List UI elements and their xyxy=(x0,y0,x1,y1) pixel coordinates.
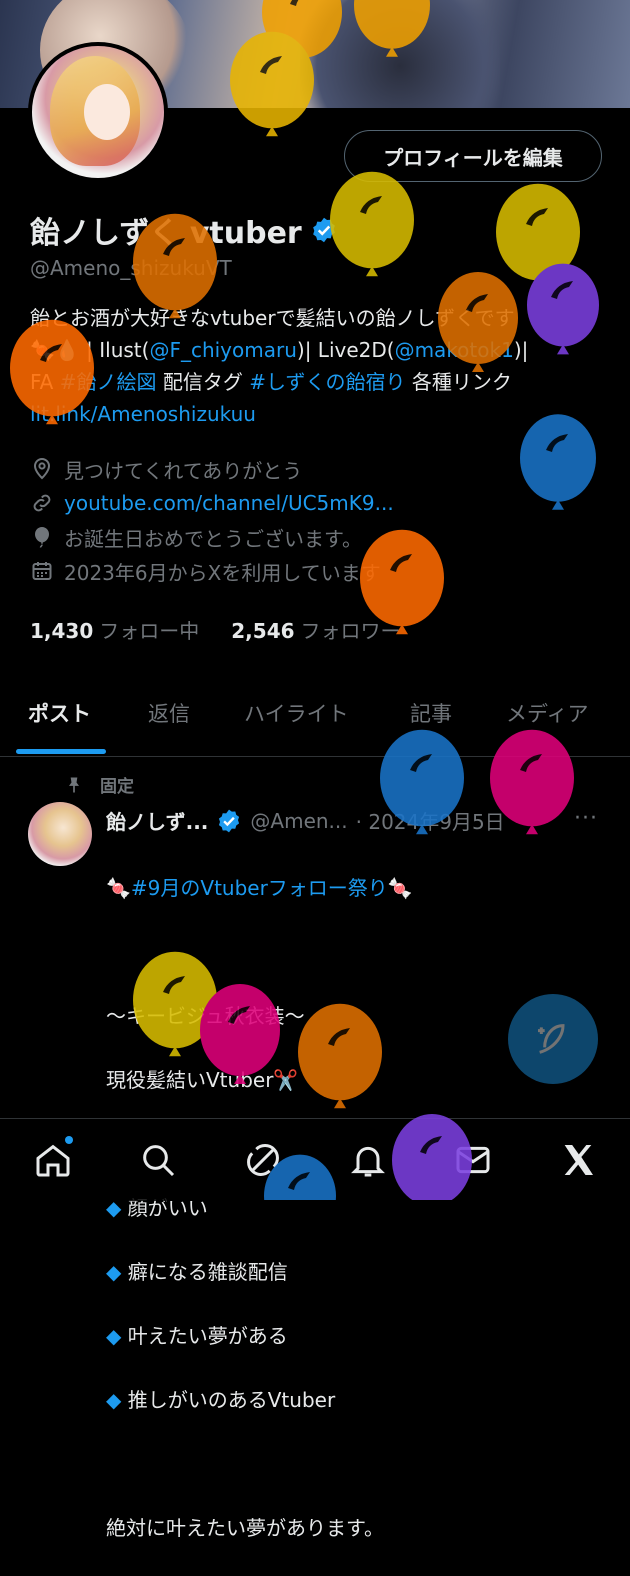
post-author-name[interactable]: 飴ノしず... xyxy=(106,806,208,835)
tab-posts[interactable]: ポスト xyxy=(28,698,91,728)
tab-media[interactable]: メディア xyxy=(506,698,589,728)
post-header: 飴ノしず... @Amen... · 2024年9月5日 xyxy=(106,806,505,835)
follow-stats: 1,430 フォロー中 2,546 フォロワー xyxy=(30,615,401,644)
grok-icon xyxy=(246,1144,279,1176)
bullet-diamond: ◆ xyxy=(106,1388,122,1412)
link-icon xyxy=(33,494,51,512)
post-body: 🍬#9月のVtuberフォロー祭り🍬 〜キービジュ秋衣装〜 現役髪結いVtube… xyxy=(106,840,606,1576)
website-link[interactable]: youtube.com/channel/UC5mK9... xyxy=(64,491,394,515)
nav-grok[interactable] xyxy=(239,1136,287,1184)
verified-badge-icon xyxy=(219,809,240,832)
litlink-link[interactable]: lit.link/Amenoshizukuu xyxy=(30,402,256,426)
profile-name-row: 飴ノしずく vtuber xyxy=(30,208,338,252)
followers-label: フォロワー xyxy=(300,619,401,643)
post-bullet: ◆ 推しがいのあるVtuber xyxy=(106,1384,606,1416)
verified-badge-icon[interactable] xyxy=(310,216,338,244)
profile-meta: 見つけてくれてありがとう youtube.com/channel/UC5mK9.… xyxy=(30,452,394,588)
tab-highlights[interactable]: ハイライト xyxy=(244,698,349,728)
balloon-icon xyxy=(35,527,49,548)
nav-notifications[interactable] xyxy=(344,1136,392,1184)
nav-home[interactable] xyxy=(29,1136,77,1184)
bio-text: 🍬💧 | Ilust( xyxy=(30,338,150,362)
balloon xyxy=(330,171,414,277)
post-date[interactable]: · 2024年9月5日 xyxy=(356,806,505,835)
bullet-diamond: ◆ xyxy=(106,1324,122,1348)
post-author-handle[interactable]: @Amen... xyxy=(250,809,347,833)
pin-icon xyxy=(69,777,79,792)
banner-art xyxy=(300,0,500,108)
bio-text: 配信タグ xyxy=(156,370,250,394)
profile-tabs: ポスト 返信 ハイライト 記事 メディア xyxy=(0,690,630,757)
following-label: フォロー中 xyxy=(99,619,200,643)
following-count: 1,430 xyxy=(30,619,94,643)
bell-icon xyxy=(350,1146,385,1177)
bio-line: 飴とお酒が大好きなvtuberで髪結いの飴ノしずくです xyxy=(30,306,515,330)
bottom-navigation xyxy=(0,1118,630,1201)
joined-row: 2023年6月からXを利用しています xyxy=(30,554,394,588)
post-hashtag-line[interactable]: 🍬#9月のVtuberフォロー祭り🍬 xyxy=(106,872,606,904)
bullet-text: 癖になる雑談配信 xyxy=(127,1260,288,1284)
display-name: 飴ノしずく vtuber xyxy=(30,216,302,251)
followers-stat[interactable]: 2,546 フォロワー xyxy=(231,615,400,644)
birthday-text: お誕生日おめでとうございます。 xyxy=(64,526,362,551)
stream-hashtag[interactable]: #しずくの飴宿り xyxy=(249,370,405,394)
avatar-face xyxy=(84,84,130,140)
tab-replies[interactable]: 返信 xyxy=(148,698,190,728)
home-icon xyxy=(36,1144,69,1177)
bio-line: 🍬💧 | Ilust(@F_chiyomaru)| Live2D(@makoto… xyxy=(30,334,590,366)
fanart-hashtag[interactable]: #飴ノ絵図 xyxy=(60,370,157,394)
x-logo-icon xyxy=(564,1145,593,1175)
profile-handle: @Ameno_shizukuVT xyxy=(30,256,232,280)
calendar-icon xyxy=(32,562,52,580)
pinned-label: 固定 xyxy=(100,777,134,797)
balloon xyxy=(496,183,580,289)
post-more-button[interactable]: ··· xyxy=(574,806,598,831)
location-text: 見つけてくれてありがとう xyxy=(64,458,303,483)
website-row: youtube.com/channel/UC5mK9... xyxy=(30,486,394,520)
location-pin-icon xyxy=(33,458,51,480)
bio-text: )| xyxy=(513,338,529,362)
nav-search[interactable] xyxy=(134,1136,182,1184)
bullet-text: 叶えたい夢がある xyxy=(127,1324,288,1348)
post-avatar[interactable] xyxy=(28,802,92,866)
bio-text: FA xyxy=(30,370,60,394)
active-tab-indicator xyxy=(16,749,106,754)
pinned-indicator: 固定 xyxy=(64,772,134,797)
joined-text: 2023年6月からXを利用しています xyxy=(64,560,381,585)
search-icon xyxy=(142,1145,174,1177)
live2d-link[interactable]: @makotok1 xyxy=(395,338,514,362)
post-bullet: ◆ 叶えたい夢がある xyxy=(106,1320,606,1352)
nav-x-logo[interactable] xyxy=(554,1136,602,1184)
following-stat[interactable]: 1,430 フォロー中 xyxy=(30,615,199,644)
tab-articles[interactable]: 記事 xyxy=(410,698,452,728)
edit-profile-button[interactable]: プロフィールを編集 xyxy=(344,130,602,182)
profile-bio: 飴とお酒が大好きなvtuberで髪結いの飴ノしずくです 🍬💧 | Ilust(@… xyxy=(30,302,590,430)
bio-line: FA #飴ノ絵図 配信タグ #しずくの飴宿り 各種リンク xyxy=(30,366,590,398)
compose-icon xyxy=(538,1024,565,1054)
birthday-row: お誕生日おめでとうございます。 xyxy=(30,520,394,554)
location-row: 見つけてくれてありがとう xyxy=(30,452,394,486)
bio-text: )| Live2D( xyxy=(296,338,395,362)
bullet-diamond: ◆ xyxy=(106,1260,122,1284)
compose-button[interactable] xyxy=(508,994,598,1084)
post-line: 絶対に叶えたい夢があります。 xyxy=(106,1516,384,1540)
profile-avatar[interactable] xyxy=(28,42,168,182)
bio-line: lit.link/Amenoshizukuu xyxy=(30,398,590,430)
notification-dot xyxy=(64,1136,73,1144)
nav-messages[interactable] xyxy=(449,1136,497,1184)
bullet-text: 推しがいのあるVtuber xyxy=(127,1388,336,1412)
illustrator-link[interactable]: @F_chiyomaru xyxy=(149,338,296,362)
followers-count: 2,546 xyxy=(231,619,295,643)
post-bullet: ◆ 癖になる雑談配信 xyxy=(106,1256,606,1288)
mail-icon xyxy=(456,1146,489,1174)
bio-text: 各種リンク xyxy=(405,370,512,394)
